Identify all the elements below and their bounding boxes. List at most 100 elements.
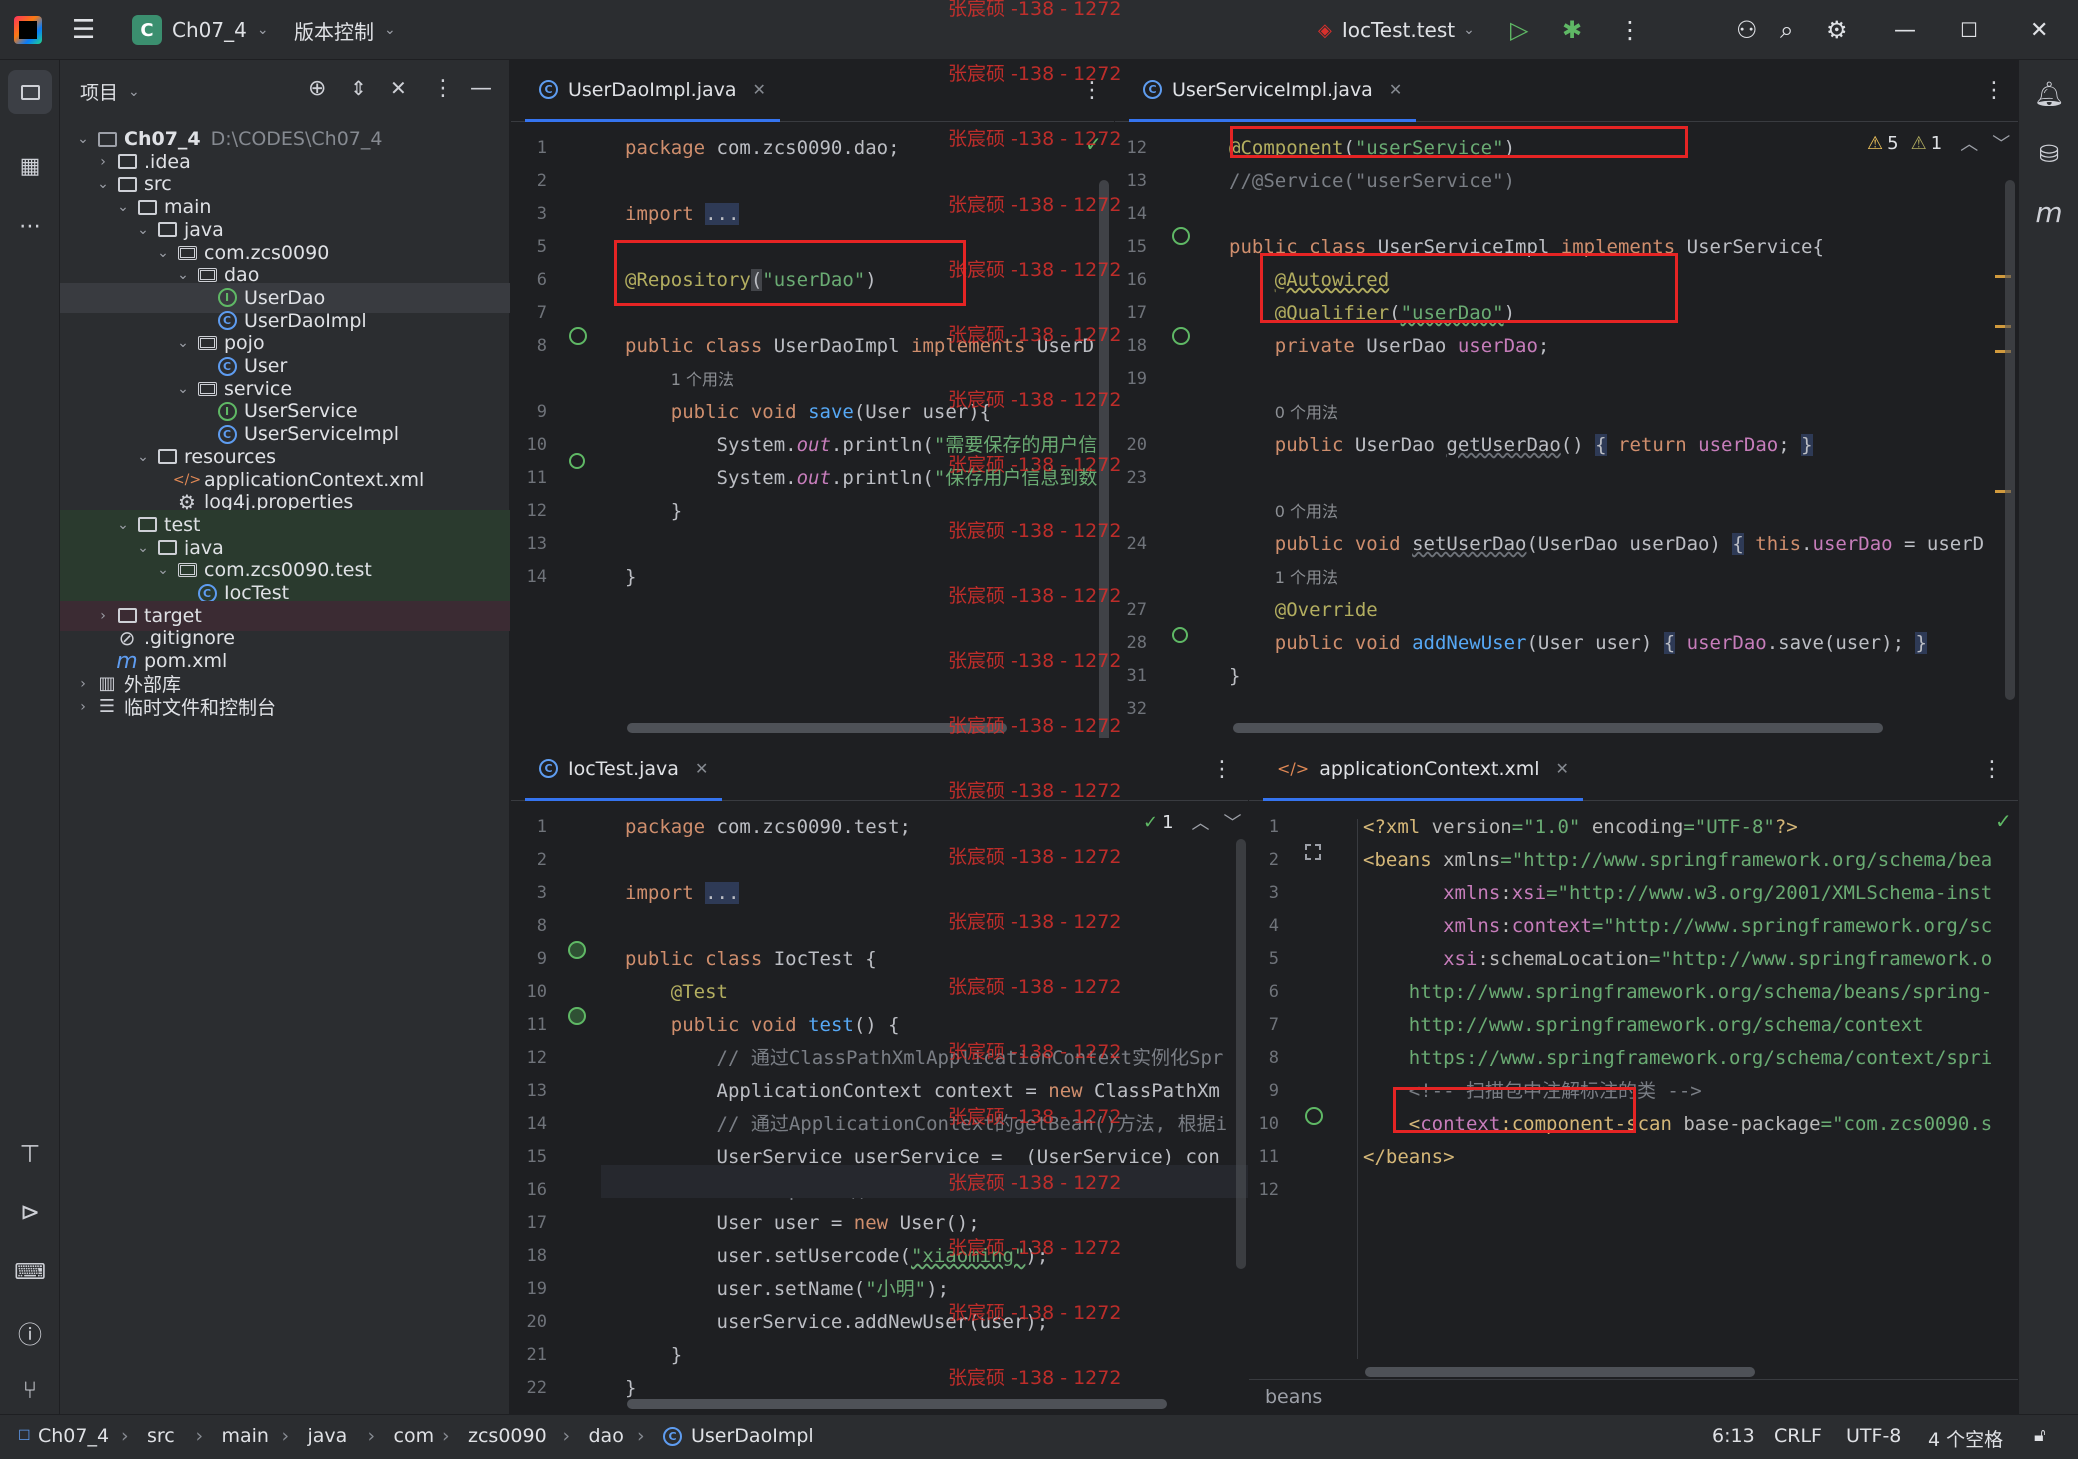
code-line[interactable]: public void setUserDao(UserDao userDao) …	[1229, 528, 1984, 561]
close-tab-icon[interactable]: ✕	[1556, 759, 1569, 778]
horizontal-scrollbar[interactable]	[627, 723, 1007, 733]
inspection-widget[interactable]: ✓ 1 ︿ ﹀	[1143, 809, 1242, 835]
code-line[interactable]: http://www.springframework.org/schema/be…	[1363, 976, 1992, 1009]
code-line[interactable]: public UserDao getUserDao() { return use…	[1229, 429, 1813, 462]
code-line[interactable]: @Override	[1229, 594, 1378, 627]
horizontal-scrollbar[interactable]	[1233, 723, 1883, 733]
horizontal-scrollbar[interactable]	[627, 1399, 1167, 1409]
prev-highlight-icon[interactable]: ︿	[1192, 809, 1210, 835]
collapse-all-icon[interactable]: ✕	[390, 76, 407, 100]
tab-ioctest[interactable]: C IocTest.java ✕	[525, 739, 723, 801]
chevron-right-icon[interactable]: ›	[92, 154, 114, 170]
implemented-gutter-icon[interactable]	[1172, 227, 1190, 245]
file-encoding[interactable]: UTF-8	[1846, 1425, 1901, 1447]
breadcrumb-item[interactable]: com	[394, 1425, 435, 1447]
code-line[interactable]: xmlns:context="http://www.springframewor…	[1363, 910, 1992, 943]
no-problems-check-icon[interactable]: ✓	[1085, 132, 1102, 156]
chevron-down-icon[interactable]: ⌄	[172, 335, 194, 351]
code-line[interactable]: userService.addNewUser(user);	[625, 1306, 1049, 1339]
debug-icon[interactable]: ✱	[1562, 0, 1582, 60]
line-separator[interactable]: CRLF	[1774, 1425, 1822, 1447]
code-line[interactable]: <?xml version="1.0" encoding="UTF-8"?>	[1363, 811, 1798, 844]
main-menu-icon[interactable]: ☰	[72, 0, 95, 60]
code-line[interactable]: </beans>	[1363, 1141, 1455, 1174]
tab-options-icon[interactable]: ⋮	[1983, 78, 2005, 103]
code-line[interactable]: // 通过ClassPathXmlApplicationContext实例化Sp…	[625, 1042, 1224, 1075]
chevron-down-icon[interactable]: ⌄	[172, 267, 194, 283]
breadcrumb-item[interactable]: src	[147, 1425, 175, 1447]
code-line[interactable]: public class UserDaoImpl implements User…	[625, 330, 1094, 363]
tree-item[interactable]: › ☰ 临时文件和控制台	[60, 692, 510, 722]
code-line[interactable]: user.setName("小明");	[625, 1273, 950, 1306]
code-line[interactable]: User user = new User();	[625, 1207, 980, 1240]
tab-options-icon[interactable]: ⋮	[1081, 78, 1103, 103]
chevron-down-icon[interactable]: ⌄	[172, 381, 194, 397]
prev-highlight-icon[interactable]: ︿	[1960, 130, 1978, 156]
chevron-right-icon[interactable]: ›	[92, 608, 114, 624]
horizontal-scrollbar[interactable]	[1365, 1367, 1755, 1377]
spring-scan-gutter-icon[interactable]	[1305, 1107, 1323, 1125]
code-line[interactable]: //@Service("userService")	[1229, 165, 1515, 198]
vcs-menu[interactable]: 版本控制 ⌄	[294, 0, 396, 60]
inspection-widget[interactable]: ⚠ 5 ⚠ 1 ︿ ﹀	[1867, 130, 2010, 156]
services-icon[interactable]: ⊳	[8, 1190, 52, 1234]
maximize-icon[interactable]: ☐	[1960, 0, 1978, 60]
code-line[interactable]: public void test() {	[625, 1009, 900, 1042]
vertical-scrollbar[interactable]	[1099, 180, 1109, 738]
tab-applicationcontext[interactable]: </> applicationContext.xml ✕	[1263, 739, 1583, 801]
git-branch-icon[interactable]: ⑂	[8, 1368, 52, 1412]
tab-userserviceimpl[interactable]: C UserServiceImpl.java ✕	[1129, 60, 1417, 122]
autowired-gutter-icon[interactable]	[1172, 327, 1190, 345]
code-line[interactable]: public void save(User user){	[625, 396, 991, 429]
chevron-down-icon[interactable]: ⌄	[132, 540, 154, 556]
build-hammer-icon[interactable]: ⊤	[8, 1132, 52, 1176]
code-line[interactable]: http://www.springframework.org/schema/co…	[1363, 1009, 1924, 1042]
indent-setting[interactable]: 4 个空格	[1928, 1425, 2003, 1452]
no-problems-check-icon[interactable]: ✓	[1995, 809, 2012, 833]
code-line[interactable]: }	[625, 561, 636, 594]
code-line[interactable]: 0 个用法	[1229, 495, 1338, 528]
close-icon[interactable]: ✕	[2030, 0, 2048, 60]
app-logo-icon[interactable]	[14, 0, 42, 60]
spring-beans-gutter-icon[interactable]	[1305, 844, 1321, 860]
problems-icon[interactable]: ⓘ	[8, 1310, 52, 1354]
tab-options-icon[interactable]: ⋮	[1981, 757, 2003, 782]
code-line[interactable]: package com.zcs0090.dao;	[625, 132, 900, 165]
panel-options-icon[interactable]: ⋮	[432, 76, 454, 101]
code-line[interactable]: public class IocTest {	[625, 943, 877, 976]
project-panel-title[interactable]: 项目 ⌄	[80, 78, 140, 105]
code-line[interactable]: 1 个用法	[1229, 561, 1338, 594]
code-line[interactable]: xmlns:xsi="http://www.w3.org/2001/XMLSch…	[1363, 877, 1992, 910]
code-line[interactable]: 1 个用法	[625, 363, 734, 396]
tab-options-icon[interactable]: ⋮	[1211, 757, 1233, 782]
add-user-icon[interactable]: ⚇	[1736, 0, 1758, 60]
minimize-icon[interactable]: —	[1894, 0, 1916, 60]
chevron-down-icon[interactable]: ⌄	[112, 517, 134, 533]
run-config-selector[interactable]: ◈ IocTest.test ⌄	[1318, 0, 1475, 60]
chevron-down-icon[interactable]: ⌄	[132, 449, 154, 465]
project-switcher[interactable]: C Ch07_4 ⌄	[132, 0, 269, 60]
chevron-down-icon[interactable]: ⌄	[152, 562, 174, 578]
xml-breadcrumb-beans[interactable]: beans	[1265, 1386, 1322, 1408]
code-line[interactable]: <beans xmlns="http://www.springframework…	[1363, 844, 1992, 877]
code-line[interactable]: // 通过ApplicationContext的getBean()方法, 根据i	[625, 1108, 1228, 1141]
chevron-right-icon[interactable]: ›	[72, 676, 94, 692]
run-icon[interactable]: ▷	[1510, 0, 1528, 60]
database-icon[interactable]: ⛁	[2027, 132, 2071, 176]
chevron-down-icon[interactable]: ⌄	[92, 176, 114, 192]
read-only-lock-icon[interactable]: 🔓︎	[2034, 1425, 2046, 1446]
next-highlight-icon[interactable]: ﹀	[1224, 809, 1242, 835]
code-line[interactable]: System.out.println("需要保存的用户信	[625, 429, 1098, 462]
implements-method-gutter-icon[interactable]	[569, 453, 585, 469]
breadcrumb-item[interactable]: java	[308, 1425, 348, 1447]
code-line[interactable]: }	[625, 1339, 682, 1372]
settings-gear-icon[interactable]: ⚙	[1826, 0, 1848, 60]
code-line[interactable]: 0 个用法	[1229, 396, 1338, 429]
terminal-icon[interactable]: ⌨	[8, 1250, 52, 1294]
code-line[interactable]: private UserDao userDao;	[1229, 330, 1550, 363]
code-line[interactable]: @Test	[625, 976, 728, 1009]
breadcrumb-item[interactable]: zcs0090	[468, 1425, 547, 1447]
expand-all-icon[interactable]: ⇕	[350, 76, 367, 100]
breadcrumb-item[interactable]: Ch07_4	[38, 1425, 109, 1447]
more-actions-icon[interactable]: ⋮	[1618, 0, 1642, 60]
